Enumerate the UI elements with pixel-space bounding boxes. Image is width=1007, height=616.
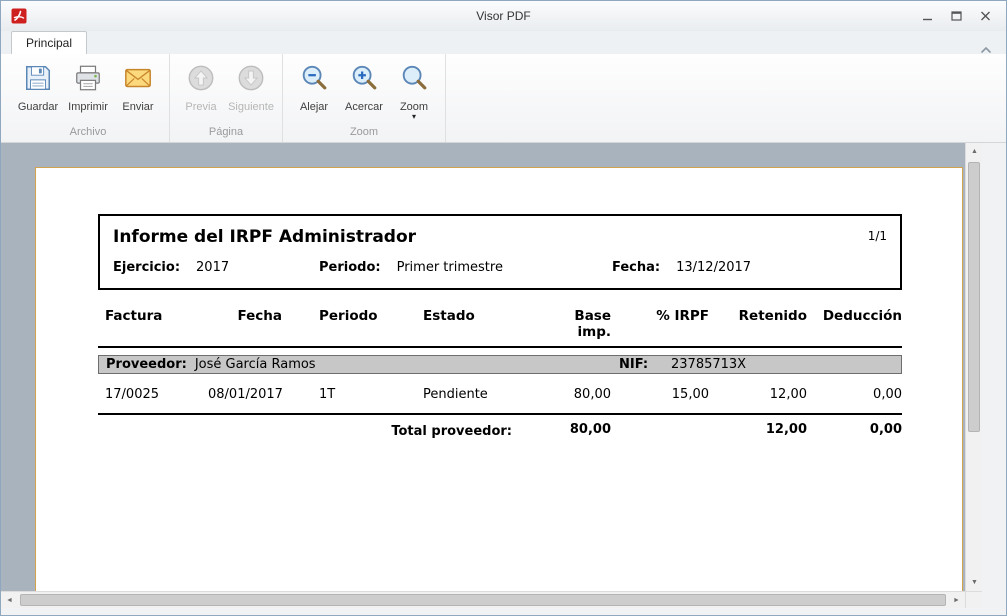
fecha-label: Fecha: [612, 260, 660, 275]
cell-deduccion: 0,00 [807, 387, 902, 402]
column-header: Retenido [709, 308, 807, 340]
column-header: Periodo [282, 308, 408, 340]
page-indicator: 1/1 [868, 227, 887, 243]
enviar-label: Enviar [122, 101, 153, 113]
table-row: 17/0025 08/01/2017 1T Pendiente 80,00 15… [98, 387, 902, 402]
nif-label: NIF: [619, 356, 648, 373]
previous-page-icon [186, 63, 216, 96]
zoom-icon [399, 63, 429, 96]
provider-label: Proveedor: [106, 357, 187, 372]
report: Informe del IRPF Administrador 1/1 Ejerc… [98, 214, 902, 439]
minimize-icon[interactable] [921, 10, 934, 22]
column-header: Factura [98, 308, 208, 340]
window-title: Visor PDF [1, 9, 1006, 23]
report-meta: Ejercicio:2017 Periodo:Primer trimestre … [113, 260, 887, 275]
zoom-dropdown-button[interactable]: Zoom ▾ [389, 59, 439, 120]
provider-band: Proveedor: José García Ramos NIF: 2378571… [98, 355, 902, 374]
ribbon: Guardar Imprimir Enviar Archivo [1, 54, 1006, 143]
report-title: Informe del IRPF Administrador [113, 227, 416, 247]
ribbon-group-archivo: Guardar Imprimir Enviar Archivo [7, 54, 170, 142]
nif-value: 23785713X [671, 356, 746, 373]
save-icon [23, 63, 53, 96]
document-viewport: Informe del IRPF Administrador 1/1 Ejerc… [1, 143, 982, 608]
cell-periodo: 1T [282, 387, 408, 402]
ejercicio-value: 2017 [196, 260, 229, 275]
scroll-right-icon[interactable]: ► [948, 592, 965, 608]
window-controls [921, 10, 992, 22]
maximize-icon[interactable] [950, 10, 963, 22]
column-header: % IRPF [611, 308, 709, 340]
cell-factura: 17/0025 [98, 387, 208, 402]
close-icon[interactable] [979, 10, 992, 22]
table-header-row: Factura Fecha Periodo Estado Base imp. %… [98, 308, 902, 348]
printer-icon [73, 63, 103, 96]
siguiente-label: Siguiente [228, 101, 274, 113]
periodo-label: Periodo: [319, 260, 381, 275]
group-label-archivo: Archivo [13, 122, 163, 142]
cell-irpf: 15,00 [611, 387, 709, 402]
scroll-left-icon[interactable]: ◄ [1, 592, 18, 608]
provider-name: José García Ramos [195, 357, 316, 372]
total-label: Total proveedor: [98, 424, 538, 439]
next-page-icon [236, 63, 266, 96]
scroll-up-icon[interactable]: ▲ [966, 143, 982, 160]
alejar-button[interactable]: Alejar [289, 59, 339, 113]
pdf-page: Informe del IRPF Administrador 1/1 Ejerc… [35, 167, 963, 608]
periodo-value: Primer trimestre [397, 260, 503, 275]
group-label-pagina: Página [176, 122, 276, 142]
ribbon-collapse-icon[interactable] [980, 41, 992, 49]
imprimir-label: Imprimir [68, 101, 108, 113]
tab-principal[interactable]: Principal [11, 31, 87, 54]
column-header: Base imp. [538, 308, 611, 340]
titlebar: Visor PDF [1, 1, 1006, 31]
enviar-button[interactable]: Enviar [113, 59, 163, 113]
column-header: Fecha [208, 308, 282, 340]
horizontal-scrollbar[interactable]: ◄ ► [1, 591, 965, 608]
guardar-button[interactable]: Guardar [13, 59, 63, 113]
pdf-app-icon [11, 8, 27, 24]
siguiente-button[interactable]: Siguiente [226, 59, 276, 113]
tab-principal-label: Principal [26, 36, 72, 50]
scroll-down-icon[interactable]: ▼ [966, 574, 982, 591]
total-row: Total proveedor: 80,00 12,00 0,00 [98, 424, 902, 439]
total-base: 80,00 [538, 422, 611, 437]
envelope-icon [123, 63, 153, 96]
group-label-zoom: Zoom [289, 122, 439, 142]
column-header: Estado [408, 308, 538, 340]
visor-pdf-window: Visor PDF Principal [0, 0, 1007, 616]
ribbon-group-pagina: Previa Siguiente Página [170, 54, 283, 142]
cell-base: 80,00 [538, 387, 611, 402]
zoom-out-icon [299, 63, 329, 96]
report-header-box: Informe del IRPF Administrador 1/1 Ejerc… [98, 214, 902, 290]
column-header: Deducción [807, 308, 902, 340]
horizontal-scroll-thumb[interactable] [20, 594, 946, 606]
acercar-button[interactable]: Acercar [339, 59, 389, 113]
ribbon-group-zoom: Alejar Acercar Zoom ▾ Zoom [283, 54, 446, 142]
previa-button[interactable]: Previa [176, 59, 226, 113]
ribbon-tabstrip: Principal [1, 31, 1006, 54]
zoom-in-icon [349, 63, 379, 96]
fecha-value: 13/12/2017 [676, 260, 751, 275]
alejar-label: Alejar [300, 101, 328, 113]
content-area: Informe del IRPF Administrador 1/1 Ejerc… [1, 143, 1006, 615]
total-divider [98, 413, 902, 415]
vertical-scroll-thumb[interactable] [968, 162, 980, 432]
cell-fecha: 08/01/2017 [208, 387, 282, 402]
previa-label: Previa [185, 101, 216, 113]
guardar-label: Guardar [18, 101, 58, 113]
zoom-dropdown-icon: ▾ [412, 113, 416, 120]
vertical-scrollbar[interactable]: ▲ ▼ [965, 143, 982, 591]
scrollbar-corner [965, 591, 982, 608]
cell-estado: Pendiente [408, 387, 538, 402]
imprimir-button[interactable]: Imprimir [63, 59, 113, 113]
ejercicio-label: Ejercicio: [113, 260, 180, 275]
acercar-label: Acercar [345, 101, 383, 113]
cell-retenido: 12,00 [709, 387, 807, 402]
total-retenido: 12,00 [709, 422, 807, 437]
total-deduccion: 0,00 [807, 422, 902, 437]
